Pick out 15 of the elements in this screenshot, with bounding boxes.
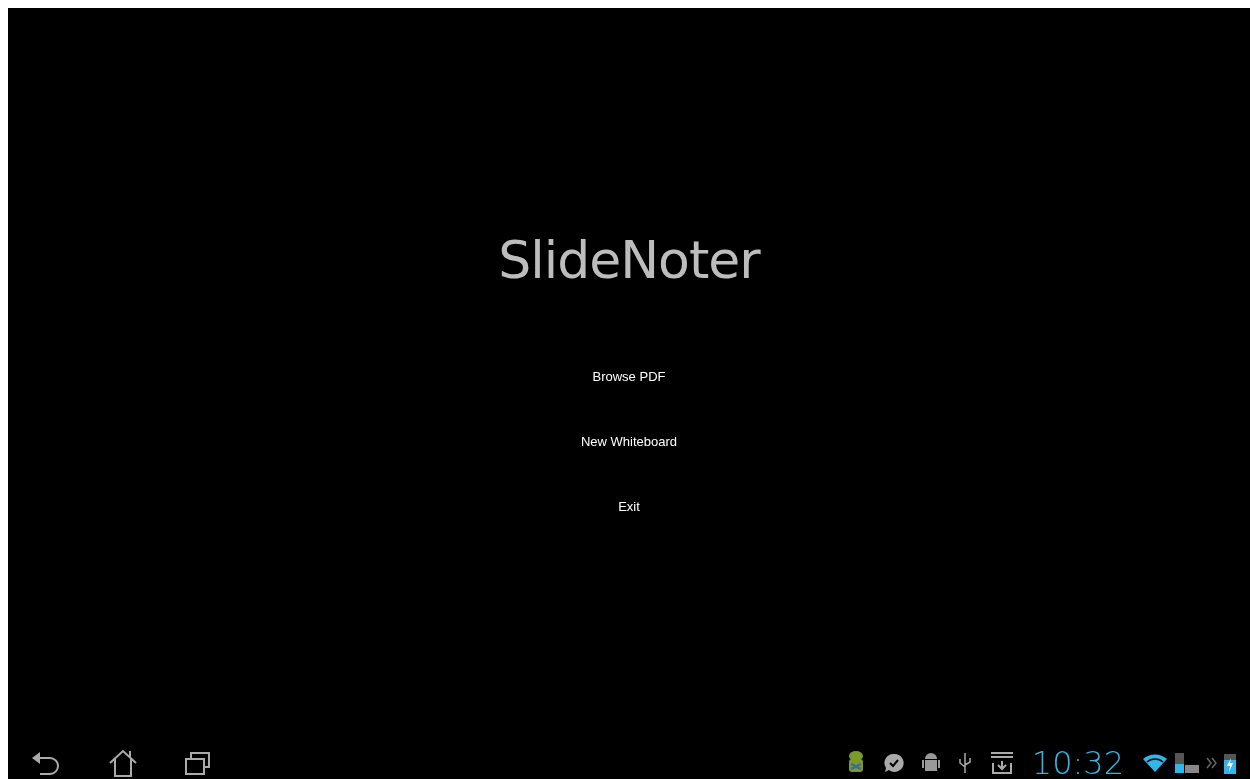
home-icon[interactable]	[108, 749, 138, 777]
keyboard-battery-icon[interactable]	[1174, 752, 1200, 774]
download-tray-icon[interactable]	[989, 751, 1014, 775]
usb-icon[interactable]	[957, 752, 972, 774]
menu-button[interactable]: New Whiteboard	[560, 409, 698, 474]
menu-button[interactable]: Exit	[598, 474, 660, 539]
back-icon[interactable]	[30, 750, 62, 776]
clock-time: 10:32	[1031, 744, 1124, 779]
wifi-icon[interactable]	[1142, 753, 1168, 773]
app-title: SlideNoter	[498, 230, 760, 290]
menu-button[interactable]: Browse PDF	[572, 344, 686, 409]
chat-bubble-icon[interactable]	[883, 753, 904, 773]
recent-apps-icon[interactable]	[184, 750, 212, 776]
battery-charging-icon[interactable]	[1224, 752, 1236, 774]
chevron-icon[interactable]	[1206, 756, 1218, 770]
